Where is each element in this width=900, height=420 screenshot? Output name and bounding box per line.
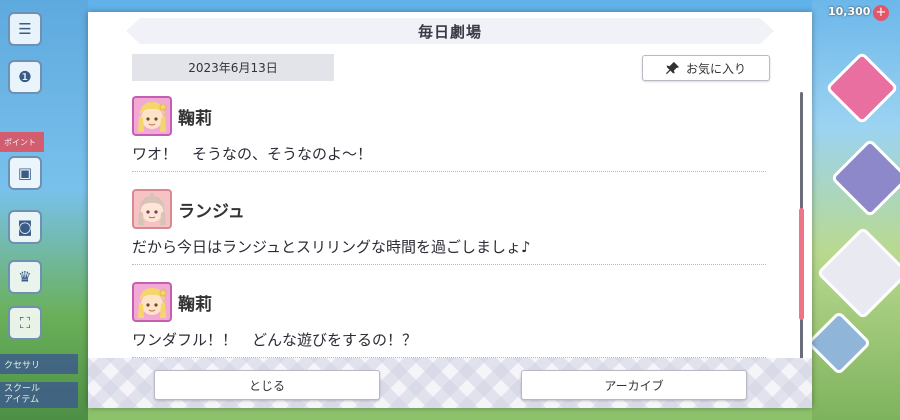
dialogue-entry: 鞠莉 ワオ！ そうなの、そうなのよ～！ bbox=[132, 96, 766, 176]
frame-icon[interactable]: ⛶ bbox=[8, 306, 42, 340]
avatar-ranju bbox=[132, 189, 172, 229]
camera-icon[interactable]: ◙ bbox=[8, 210, 42, 244]
dialogue-entry: 鞠莉 ワンダフル！！ どんな遊びをするの！？ bbox=[132, 282, 766, 362]
daily-theater-dialog: 毎日劇場 2023年6月13日 お気に入り 鞠莉 ワオ！ そうなの、そうなのよ～… bbox=[88, 12, 812, 408]
blue-tile bbox=[806, 310, 872, 376]
date-label: 2023年6月13日 bbox=[132, 54, 334, 81]
gift-icon[interactable]: ▣ bbox=[8, 156, 42, 190]
archive-button[interactable]: アーカイブ bbox=[521, 370, 747, 400]
chat-icon[interactable]: ❶ bbox=[8, 60, 42, 94]
plus-icon[interactable]: + bbox=[873, 5, 889, 21]
background-left: ☰ ❶ ポイント ▣ ◙ ♛ ⛶ クセサリ スクール アイテム bbox=[0, 0, 88, 420]
side-banner-school-item[interactable]: スクール アイテム bbox=[0, 382, 78, 408]
speaker-name: 鞠莉 bbox=[178, 109, 212, 129]
dialogue-text: ワオ！ そうなの、そうなのよ～！ bbox=[132, 145, 373, 163]
pink-tile bbox=[825, 51, 899, 125]
dialogue-text: ワンダフル！！ どんな遊びをするの！？ bbox=[132, 331, 418, 349]
trophy-icon[interactable]: ♛ bbox=[8, 260, 42, 294]
favorite-button[interactable]: お気に入り bbox=[642, 55, 770, 81]
dialog-footer: とじる アーカイブ bbox=[88, 358, 812, 408]
dialog-scroll-area[interactable]: 鞠莉 ワオ！ そうなの、そうなのよ～！ ランジュ だから今日はランジュとスリリン… bbox=[88, 90, 812, 360]
speaker-name: 鞠莉 bbox=[178, 295, 212, 315]
scrollbar-thumb[interactable] bbox=[799, 208, 804, 320]
avatar-mari bbox=[132, 282, 172, 322]
avatar-mari bbox=[132, 96, 172, 136]
side-label-red: ポイント bbox=[0, 132, 44, 152]
divider bbox=[132, 171, 766, 172]
favorite-label: お気に入り bbox=[685, 61, 746, 76]
purple-tile bbox=[830, 138, 900, 218]
top-counter: 10,300 bbox=[828, 5, 871, 18]
dialogue-text: だから今日はランジュとスリリングな時間を過ごしましょ♪ bbox=[132, 238, 531, 256]
side-banner-accessory[interactable]: クセサリ bbox=[0, 354, 78, 374]
close-button[interactable]: とじる bbox=[154, 370, 380, 400]
dialog-title: 毎日劇場 bbox=[126, 18, 774, 44]
white-tile bbox=[816, 226, 900, 320]
pin-icon bbox=[665, 61, 680, 75]
speaker-name: ランジュ bbox=[178, 202, 245, 222]
background-right bbox=[806, 0, 900, 420]
menu-icon[interactable]: ☰ bbox=[8, 12, 42, 46]
dialogue-entry: ランジュ だから今日はランジュとスリリングな時間を過ごしましょ♪ bbox=[132, 189, 766, 269]
divider bbox=[132, 264, 766, 265]
